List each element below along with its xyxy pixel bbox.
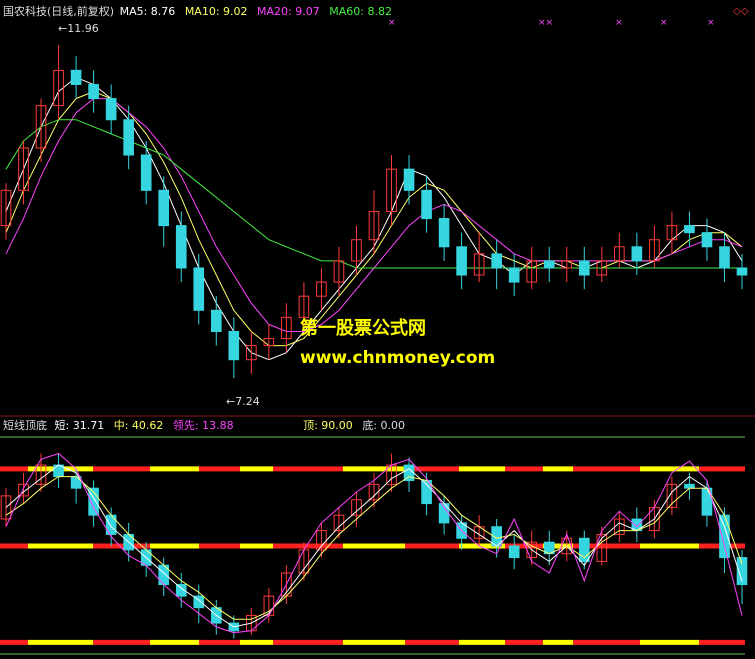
signal-marker: × xyxy=(388,18,396,28)
candle-body xyxy=(736,267,748,276)
signal-marker: × xyxy=(707,18,715,28)
candle-body xyxy=(438,218,450,248)
stock-title: 国农科技(日线,前复权) xyxy=(3,5,115,18)
candle-body xyxy=(193,267,205,311)
candle-body xyxy=(508,267,520,283)
candle-body xyxy=(140,154,152,191)
candle-body xyxy=(631,246,643,262)
double-diamond-icon[interactable]: ◇◇ xyxy=(733,5,748,19)
candle-body xyxy=(508,545,520,559)
watermark-title: 第一股票公式网 xyxy=(300,318,426,339)
low-price-label: ←7.24 xyxy=(226,395,260,408)
candle-body xyxy=(543,260,555,269)
candle-body xyxy=(158,189,170,227)
candle-body xyxy=(684,225,695,234)
candle-body xyxy=(403,464,415,481)
candle-body xyxy=(105,98,117,121)
candle-body xyxy=(403,168,415,191)
candle-body xyxy=(421,189,432,220)
signal-marker: ×× xyxy=(538,18,553,28)
indicator-title: 短线顶底 xyxy=(3,419,47,432)
candle-body xyxy=(456,246,467,276)
candle-body xyxy=(719,246,730,269)
candle-body xyxy=(438,503,450,524)
signal-marker: × xyxy=(660,18,668,28)
signal-marker: × xyxy=(615,18,623,28)
lead-readout: 领先: 13.88 xyxy=(172,419,234,432)
candle-body xyxy=(701,232,713,248)
candle-body xyxy=(70,69,82,85)
ma10-readout: MA10: 9.02 xyxy=(184,5,248,18)
ma20-readout: MA20: 9.07 xyxy=(257,5,320,18)
candle-body xyxy=(684,483,695,489)
lead-line xyxy=(5,452,743,634)
candle-body xyxy=(210,309,222,332)
oscillator-lines xyxy=(5,452,743,634)
top-level-readout: 顶: 90.00 xyxy=(303,419,353,432)
ma5-readout: MA5: 8.76 xyxy=(119,5,176,18)
candle-body xyxy=(491,253,502,269)
candle-body xyxy=(175,225,187,269)
high-price-label: ←11.96 xyxy=(58,22,99,35)
watermark-url: www.chnmoney.com xyxy=(300,348,496,368)
bottom-level-readout: 底: 0.00 xyxy=(362,419,406,432)
short-readout: 短: 31.71 xyxy=(54,419,105,432)
candle-body xyxy=(578,260,590,276)
bottom-header: 短线顶底 短: 31.71 中: 40.62 领先: 13.88 顶: 90.0… xyxy=(3,419,405,433)
ma60-readout: MA60: 8.82 xyxy=(329,5,392,18)
chart-stage: × ×× × × × 国农科技(日线,前复权) MA5: 8.76 MA10: … xyxy=(0,0,755,659)
candle-body xyxy=(88,83,99,100)
mid-readout: 中: 40.62 xyxy=(113,419,164,432)
signal-markers: × ×× × × × xyxy=(388,18,715,28)
low-price-value: 7.24 xyxy=(235,395,260,408)
candle-body xyxy=(228,330,240,361)
high-price-value: 11.96 xyxy=(67,22,99,35)
candle-body xyxy=(123,119,134,156)
signal-level-lines xyxy=(0,466,745,645)
top-header: 国农科技(日线,前复权) MA5: 8.76 MA10: 9.02 MA20: … xyxy=(3,5,392,19)
